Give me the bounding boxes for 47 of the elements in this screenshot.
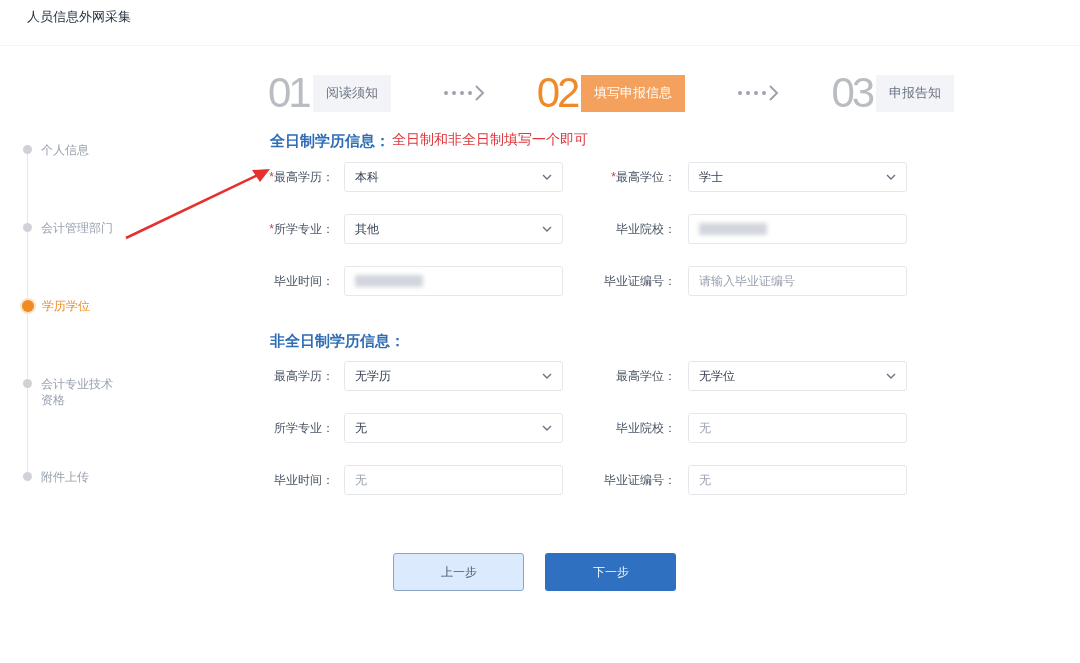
field-label: 最高学位： xyxy=(616,368,676,385)
section-title: 非全日制学历信息： xyxy=(270,330,405,351)
section-title: 全日制学历信息： xyxy=(270,131,390,151)
chevron-down-icon xyxy=(886,173,896,180)
field-label: 毕业证编号： xyxy=(604,272,676,290)
step-number: 03 xyxy=(831,72,873,114)
field-label: 毕业院校： xyxy=(616,220,676,238)
select-field[interactable]: 其他 xyxy=(344,213,563,244)
select-field[interactable]: 本科 xyxy=(344,161,563,192)
chevron-down-icon xyxy=(542,173,552,180)
step-label: 填写申报信息 xyxy=(581,74,686,112)
dotted-arrow-icon xyxy=(442,84,485,102)
input-field[interactable]: 请输入毕业证编号 xyxy=(688,265,907,296)
step-label: 申报告知 xyxy=(876,74,955,112)
field-label: 所学专业： xyxy=(274,420,334,437)
dotted-arrow-icon xyxy=(737,84,780,102)
input-field[interactable] xyxy=(344,265,563,296)
step-label: 阅读须知 xyxy=(312,74,391,112)
input-field[interactable] xyxy=(688,213,907,244)
input-field[interactable]: 无 xyxy=(688,413,907,443)
step-number: 01 xyxy=(268,72,309,114)
field-label: 毕业时间： xyxy=(274,472,334,489)
step-number: 02 xyxy=(536,72,578,114)
select-field[interactable]: 无 xyxy=(344,413,563,443)
input-field[interactable]: 无 xyxy=(344,465,563,495)
required-mark: * xyxy=(611,168,616,186)
field-label: 所学专业： xyxy=(274,220,334,238)
field-label: 毕业院校： xyxy=(616,420,676,437)
field-label: 最高学位： xyxy=(616,168,676,186)
back-button[interactable]: 上一步 xyxy=(393,553,524,591)
page-title: 人员信息外网采集 xyxy=(27,8,131,26)
select-field[interactable]: 无学位 xyxy=(688,361,907,391)
next-button[interactable]: 下一步 xyxy=(545,553,676,591)
required-mark: * xyxy=(269,220,274,238)
select-field[interactable]: 无学历 xyxy=(344,361,563,391)
select-field[interactable]: 学士 xyxy=(688,161,907,192)
field-label: 毕业证编号： xyxy=(604,472,676,489)
note-text: 全日制和非全日制填写一个即可 xyxy=(392,129,588,149)
field-label: 最高学历： xyxy=(274,368,334,385)
field-label: 毕业时间： xyxy=(274,272,334,290)
required-mark: * xyxy=(269,168,274,186)
chevron-down-icon xyxy=(886,373,896,379)
chevron-down-icon xyxy=(542,425,552,431)
chevron-down-icon xyxy=(542,225,552,232)
field-label: 最高学历： xyxy=(274,168,334,186)
chevron-down-icon xyxy=(542,373,552,379)
input-field[interactable]: 无 xyxy=(688,465,907,495)
